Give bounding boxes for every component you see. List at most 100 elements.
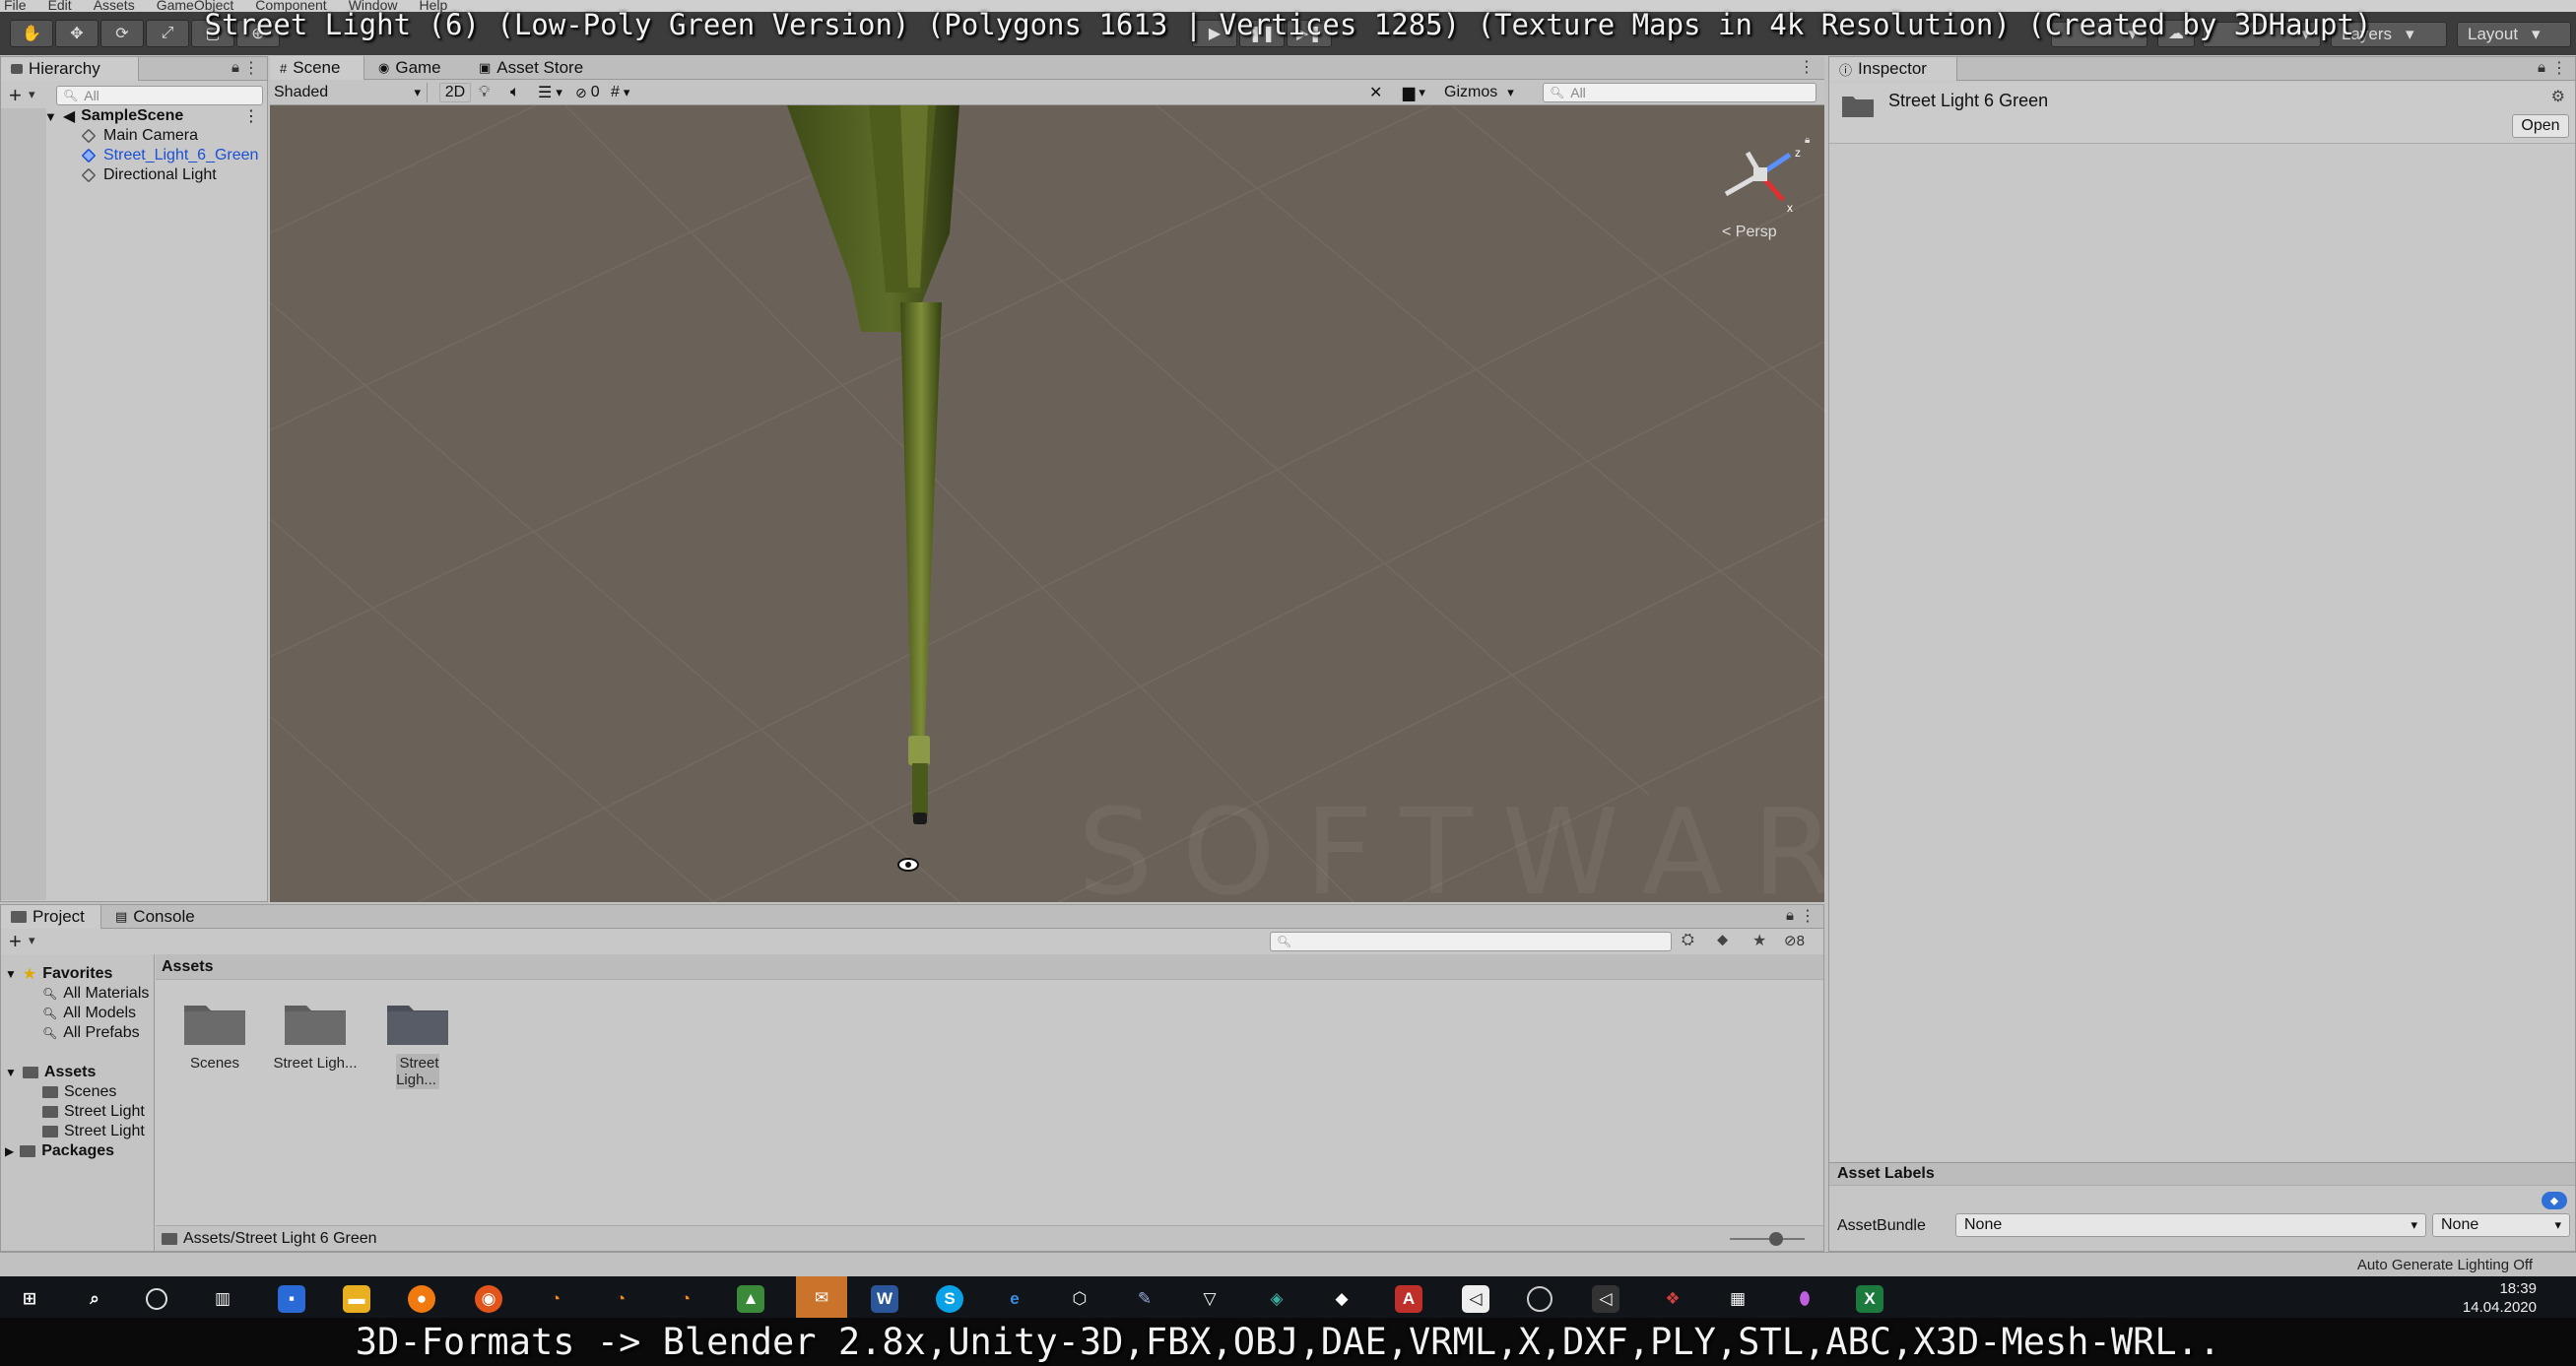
excel-icon[interactable]: X [1856, 1285, 1883, 1313]
outlook-icon[interactable]: ✉ [796, 1276, 847, 1320]
grid-toggle[interactable]: # ▾ [611, 83, 629, 102]
cortana-icon[interactable] [146, 1288, 167, 1310]
tag-icon[interactable]: ⬥ [2542, 1192, 2567, 1209]
scene-viewport[interactable] [270, 105, 1824, 902]
save-disk-icon[interactable]: ▪ [278, 1285, 305, 1313]
assets-root-row[interactable]: ▼ Assets [5, 1063, 96, 1082]
audio-toggle[interactable]: 🔈︎ [510, 83, 520, 102]
tab-hierarchy[interactable]: Hierarchy [1, 57, 139, 81]
street-light-model[interactable] [787, 105, 959, 824]
hierarchy-item[interactable]: Main Camera [81, 126, 198, 146]
image-editor-icon[interactable]: ▲ [737, 1285, 764, 1313]
hidden-objects-toggle[interactable]: ⊘ 0 [575, 83, 600, 102]
view-tool-cursor-icon [897, 858, 919, 872]
unity-hub-icon[interactable]: ⬡ [1066, 1285, 1093, 1313]
chevron-down-icon[interactable]: ▾ [29, 933, 35, 948]
asset-tree-item[interactable]: Street Light [42, 1122, 145, 1141]
more-options-icon[interactable]: ⋮ [243, 58, 259, 78]
access-icon[interactable]: A [1395, 1285, 1422, 1313]
scene-root-row[interactable]: ▼ ◀ SampleScene ⋮ [44, 106, 267, 126]
system-clock[interactable]: 18:39 14.04.2020 [2463, 1279, 2537, 1317]
status-bar: Auto Generate Lighting Off [0, 1252, 2576, 1276]
asset-folder-item[interactable]: Street Ligh... [271, 1006, 360, 1072]
edge-icon[interactable]: e [1001, 1285, 1028, 1313]
word-icon[interactable]: W [871, 1285, 898, 1313]
more-options-icon[interactable]: ⋮ [243, 106, 259, 126]
favorite-item[interactable]: 🔍︎ All Models [42, 1004, 136, 1023]
unity-icon[interactable]: ◁ [1592, 1285, 1619, 1313]
vivaldi-icon[interactable]: ▽ [1196, 1285, 1223, 1313]
orientation-gizmo[interactable]: z x 🔒︎ [1706, 133, 1815, 212]
tab-inspector[interactable]: ⓘ Inspector [1829, 57, 1957, 81]
filter-by-type-icon[interactable]: ⛭ [1682, 932, 1694, 949]
blender-icon[interactable]: ◔ [542, 1285, 569, 1313]
app-icon[interactable]: ✎ [1131, 1285, 1158, 1313]
lock-icon[interactable]: 🔒︎ [2538, 59, 2545, 76]
blender-icon[interactable]: ◔ [607, 1285, 634, 1313]
asset-folder-item[interactable]: Scenes [170, 1006, 259, 1072]
hierarchy-item[interactable]: Directional Light [81, 165, 217, 185]
maps-pin-icon[interactable]: ⬮ [1791, 1285, 1818, 1313]
icon-size-slider-thumb[interactable] [1769, 1232, 1783, 1246]
tab-asset-store[interactable]: ▣ Asset Store [469, 56, 593, 80]
gear-icon[interactable]: ⚙ [2551, 87, 2565, 106]
create-add-button[interactable]: + [9, 929, 22, 954]
firefox-icon[interactable]: ◉ [475, 1285, 502, 1313]
favorite-item[interactable]: 🔍︎ All Materials [42, 984, 149, 1004]
tools-toggle[interactable]: ✕ [1369, 83, 1382, 102]
app-icon[interactable]: ❖ [1659, 1285, 1686, 1313]
mode-2d-label: 2D [444, 84, 466, 100]
filter-by-label-icon[interactable]: ⬥ [1717, 932, 1728, 949]
obs-icon[interactable] [1527, 1286, 1552, 1312]
effects-toggle[interactable]: ☰ ▾ [538, 83, 562, 102]
chevron-down-icon[interactable]: ▾ [29, 87, 35, 102]
tab-scene[interactable]: # Scene [270, 56, 364, 80]
lighting-toggle[interactable]: 💡︎ [479, 83, 490, 102]
tab-project[interactable]: Project [1, 905, 101, 929]
assetbundle-dropdown[interactable]: None ▾ [1955, 1213, 2426, 1237]
shading-mode-dropdown[interactable]: Shaded ▾ [274, 83, 428, 102]
more-options-icon[interactable]: ⋮ [2551, 58, 2567, 78]
asset-folder-item-selected[interactable]: Street Ligh... [373, 1006, 462, 1089]
more-options-icon[interactable]: ⋮ [1799, 57, 1815, 77]
camera-dropdown[interactable]: ▆ ▾ [1403, 83, 1425, 102]
app-icon[interactable]: ◈ [1263, 1285, 1290, 1313]
lock-icon[interactable]: 🔒︎ [1786, 907, 1794, 924]
gizmos-dropdown[interactable]: Gizmos ▾ [1444, 83, 1514, 102]
scene-search-input[interactable]: 🔍︎ All [1543, 83, 1816, 102]
favorite-item[interactable]: 🔍︎ All Prefabs [42, 1023, 140, 1043]
open-button[interactable]: Open [2512, 114, 2569, 138]
lighting-status[interactable]: Auto Generate Lighting Off [2357, 1257, 2533, 1273]
unity-icon[interactable]: ◁ [1462, 1285, 1489, 1313]
mode-2d-toggle[interactable]: 2D [439, 83, 471, 102]
asset-tree-item[interactable]: Street Light [42, 1102, 145, 1122]
asset-tree-item[interactable]: Scenes [42, 1082, 116, 1102]
app-orange-icon[interactable]: ● [408, 1285, 435, 1313]
project-search-input[interactable]: 🔍︎ [1270, 932, 1672, 951]
hierarchy-search-input[interactable]: 🔍︎ All [56, 86, 263, 105]
packages-row[interactable]: ▶ Packages [5, 1141, 114, 1161]
hierarchy-item-selected[interactable]: Street_Light_6_Green [81, 146, 258, 165]
tab-game[interactable]: ◉ Game [368, 56, 451, 80]
more-options-icon[interactable]: ⋮ [1800, 906, 1816, 926]
windows-start-icon[interactable]: ⊞ [16, 1285, 43, 1313]
task-view-icon[interactable]: ▥ [209, 1285, 236, 1313]
assetbundle-variant-dropdown[interactable]: None ▾ [2432, 1213, 2570, 1237]
blender-icon[interactable]: ◔ [672, 1285, 699, 1313]
file-explorer-icon[interactable]: ▬ [343, 1285, 370, 1313]
star-icon[interactable]: ★ [1752, 931, 1766, 950]
gameobject-cube-icon [81, 128, 97, 144]
projection-toggle[interactable]: < Persp [1722, 224, 1777, 241]
favorites-row[interactable]: ▼ ★ Favorites [5, 964, 112, 984]
hierarchy-panel: Hierarchy 🔒︎ ⋮ + ▾ 🔍︎ All ▼ ◀ SampleScen… [0, 56, 268, 902]
calculator-icon[interactable]: ▦ [1724, 1285, 1751, 1313]
chevron-down-icon: ▾ [1507, 85, 1514, 99]
lock-icon[interactable]: 🔒︎ [231, 59, 239, 76]
skype-icon[interactable]: S [936, 1285, 963, 1313]
app-icon[interactable]: ◆ [1328, 1285, 1355, 1313]
icon-size-slider[interactable] [1730, 1232, 1805, 1246]
hidden-packages-toggle[interactable]: ⊘8 [1784, 932, 1805, 949]
create-add-button[interactable]: + [9, 83, 22, 108]
tab-console[interactable]: ▤ Console [105, 905, 205, 929]
search-icon[interactable]: ⌕ [81, 1285, 108, 1313]
